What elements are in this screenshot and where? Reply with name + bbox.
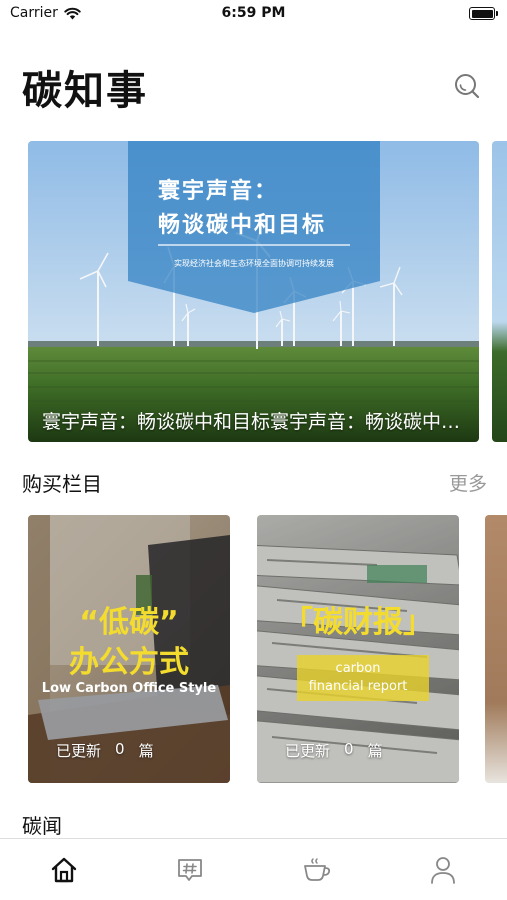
article-count: 0 <box>115 740 125 758</box>
home-icon <box>51 857 77 883</box>
news-section-title: 碳闻 <box>22 814 62 838</box>
next-banner-peek[interactable] <box>492 141 507 442</box>
banner-overlay-title-2: 畅谈碳中和目标 <box>158 213 327 238</box>
next-card-peek[interactable] <box>485 515 507 783</box>
search-button[interactable] <box>453 72 481 100</box>
search-icon <box>455 74 480 99</box>
card-meta: 已更新 0 篇 <box>285 740 383 761</box>
topic-hashtag-icon <box>178 859 202 881</box>
article-unit: 篇 <box>367 742 383 760</box>
purchase-section-title: 购买栏目 <box>22 472 102 496</box>
status-bar: Carrier 6:59 PM <box>0 0 507 28</box>
coffee-cup-icon <box>304 858 331 881</box>
status-time: 6:59 PM <box>221 5 286 21</box>
updated-label: 已更新 <box>56 742 102 760</box>
card-subtitle: Low Carbon Office Style <box>41 681 217 696</box>
card-meta: 已更新 0 篇 <box>56 740 154 761</box>
page-title: 碳知事 <box>22 68 148 114</box>
article-unit: 篇 <box>138 742 154 760</box>
battery-icon <box>469 7 498 20</box>
column-card-carbon-financial-report[interactable]: 「碳财报」 carbon financial report 已更新 0 篇 <box>257 515 459 783</box>
tab-home[interactable] <box>44 853 84 887</box>
banner-caption: 寰宇声音：畅谈碳中和目标寰宇声音：畅谈碳中和目标 <box>42 411 465 433</box>
tab-profile[interactable] <box>423 853 463 887</box>
card-title-line-2: 办公方式 <box>69 645 189 680</box>
tab-topics[interactable] <box>170 853 210 887</box>
article-count: 0 <box>344 740 354 758</box>
updated-label: 已更新 <box>285 742 331 760</box>
more-link[interactable]: 更多 <box>449 469 487 496</box>
column-card-low-carbon-office[interactable]: “低碳” 办公方式 Low Carbon Office Style 已更新 0 … <box>28 515 230 783</box>
tab-coffee[interactable] <box>297 853 337 887</box>
featured-banner[interactable]: 寰宇声音： 畅谈碳中和目标 实现经济社会和生态环境全面协调可持续发展 寰宇声音：… <box>28 141 479 442</box>
card-title: 「碳财报」 <box>283 605 433 640</box>
card-subtitle-line-2: financial report <box>308 679 408 694</box>
profile-icon <box>431 857 455 884</box>
card-title-line-1: “低碳” <box>79 605 179 640</box>
card-subtitle-line-1: carbon <box>335 661 381 676</box>
banner-overlay-title-1: 寰宇声音： <box>158 179 279 204</box>
banner-overlay-subtitle: 实现经济社会和生态环境全面协调可持续发展 <box>174 259 334 268</box>
tab-bar <box>0 838 507 900</box>
